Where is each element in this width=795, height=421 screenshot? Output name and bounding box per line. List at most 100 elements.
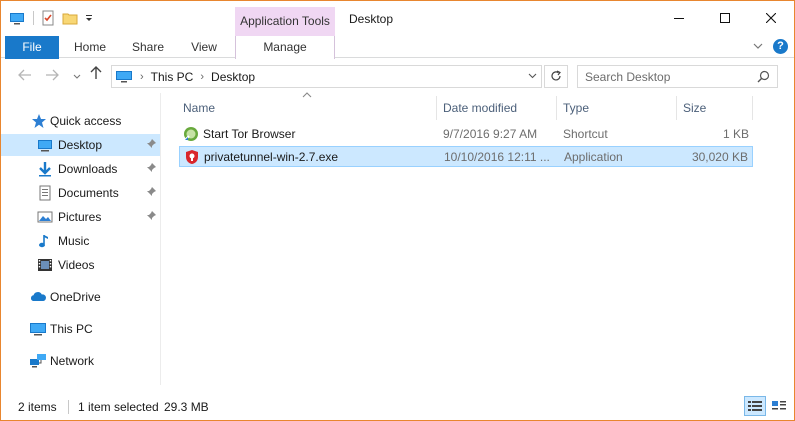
maximize-icon (720, 12, 730, 23)
address-bar-row: › This PC › Desktop (1, 59, 794, 93)
close-button[interactable] (748, 1, 794, 34)
breadcrumb-this-pc[interactable]: This PC (151, 70, 194, 84)
nav-item-label: Documents (58, 186, 119, 200)
nav-item-onedrive[interactable]: OneDrive (1, 286, 161, 308)
tab-share[interactable]: Share (123, 36, 173, 58)
qat-separator (33, 11, 34, 25)
maximize-button[interactable] (702, 1, 748, 34)
pin-icon[interactable] (146, 162, 156, 176)
nav-item-label: This PC (50, 322, 93, 336)
network-icon (29, 353, 46, 369)
chevron-down-icon (753, 43, 763, 49)
explorer-window: Application Tools Desktop File Home Shar… (0, 0, 795, 421)
minimize-button[interactable] (656, 1, 702, 34)
up-button[interactable] (90, 66, 102, 84)
file-list: Name Date modified Type Size Start Tor B… (161, 92, 794, 385)
this-pc-icon (115, 70, 133, 83)
tab-view[interactable]: View (179, 36, 229, 58)
tab-file[interactable]: File (5, 36, 59, 59)
title-bar: Application Tools Desktop (1, 1, 794, 36)
this-pc-icon[interactable] (9, 10, 25, 26)
breadcrumb-separator[interactable]: › (140, 71, 144, 83)
pin-icon[interactable] (146, 186, 156, 200)
details-view-icon (748, 401, 762, 411)
file-size: 1 KB (722, 127, 749, 141)
column-header-date-modified[interactable]: Date modified (439, 96, 557, 120)
this-pc-icon (29, 321, 46, 337)
tor-browser-icon (183, 126, 199, 142)
nav-item-label: Network (50, 354, 95, 368)
forward-button[interactable] (45, 68, 59, 84)
refresh-icon (551, 70, 561, 81)
nav-item-label: Music (58, 234, 90, 248)
privatetunnel-icon (184, 149, 200, 165)
nav-item-desktop[interactable]: Desktop (1, 134, 161, 156)
expand-ribbon-button[interactable] (753, 41, 763, 53)
file-name: privatetunnel-win-2.7.exe (204, 150, 339, 164)
breadcrumb-desktop[interactable]: Desktop (211, 70, 255, 84)
nav-item-label: Videos (58, 258, 95, 272)
caption-buttons (656, 1, 794, 34)
chevron-down-icon (528, 73, 537, 79)
status-bar: 2 items 1 item selected 29.3 MB (1, 393, 794, 420)
nav-item-label: Downloads (58, 162, 118, 176)
recent-locations-button[interactable] (73, 72, 81, 82)
details-view-button[interactable] (744, 396, 766, 416)
nav-quick-access-label: Quick access (50, 114, 122, 128)
contextual-tab-group: Application Tools (235, 7, 335, 36)
search-input[interactable] (578, 66, 748, 87)
file-type: Application (564, 150, 623, 164)
pin-icon[interactable] (146, 138, 156, 152)
address-box[interactable]: › This PC › Desktop (111, 65, 542, 88)
table-row[interactable]: Start Tor Browser 9/7/2016 9:27 AM Short… (179, 124, 753, 145)
tab-manage[interactable]: Manage (235, 36, 335, 59)
nav-item-label: Pictures (58, 210, 102, 224)
file-date: 10/10/2016 12:11 ... (444, 150, 550, 164)
customize-qat-icon[interactable] (84, 10, 94, 26)
new-folder-icon[interactable] (62, 10, 78, 26)
close-icon (766, 12, 776, 23)
column-header-name[interactable]: Name (179, 96, 437, 120)
nav-item-label: OneDrive (50, 290, 101, 304)
nav-item-network[interactable]: Network (1, 350, 161, 372)
back-button[interactable] (18, 68, 32, 84)
nav-item-music[interactable]: Music (1, 230, 161, 252)
refresh-button[interactable] (544, 65, 568, 88)
download-icon (37, 161, 53, 177)
status-separator (68, 400, 69, 414)
nav-item-documents[interactable]: Documents (1, 182, 161, 204)
nav-item-downloads[interactable]: Downloads (1, 158, 161, 180)
tab-home[interactable]: Home (65, 36, 115, 58)
status-selection: 1 item selected (78, 400, 159, 414)
file-size: 30,020 KB (691, 150, 748, 164)
breadcrumb-separator[interactable]: › (200, 71, 204, 83)
minimize-icon (674, 17, 684, 19)
music-icon (37, 233, 53, 249)
nav-item-this-pc[interactable]: This PC (1, 318, 161, 340)
nav-item-videos[interactable]: Videos (1, 254, 161, 276)
status-selection-size: 29.3 MB (164, 400, 209, 414)
table-row[interactable]: privatetunnel-win-2.7.exe 10/10/2016 12:… (179, 146, 753, 167)
properties-icon[interactable] (40, 10, 56, 26)
file-type: Shortcut (563, 127, 608, 141)
arrow-right-icon (46, 69, 59, 81)
arrow-left-icon (18, 69, 31, 81)
nav-item-pictures[interactable]: Pictures (1, 206, 161, 228)
large-icons-view-button[interactable] (768, 396, 790, 416)
help-icon[interactable]: ? (773, 39, 788, 54)
address-history-dropdown[interactable] (528, 71, 537, 81)
star-icon (31, 113, 47, 129)
column-header-type[interactable]: Type (559, 96, 677, 120)
ribbon-tab-row: File Home Share View Manage ? (1, 36, 794, 59)
search-icon[interactable] (757, 70, 770, 83)
file-name: Start Tor Browser (203, 127, 296, 141)
documents-icon (37, 185, 53, 201)
column-header-size[interactable]: Size (679, 96, 753, 120)
nav-quick-access[interactable]: Quick access (1, 110, 161, 132)
pin-icon[interactable] (146, 210, 156, 224)
arrow-up-icon (90, 66, 102, 79)
onedrive-icon (29, 289, 47, 305)
quick-access-toolbar (9, 10, 100, 26)
window-title: Desktop (349, 12, 394, 26)
search-box[interactable] (577, 65, 778, 88)
